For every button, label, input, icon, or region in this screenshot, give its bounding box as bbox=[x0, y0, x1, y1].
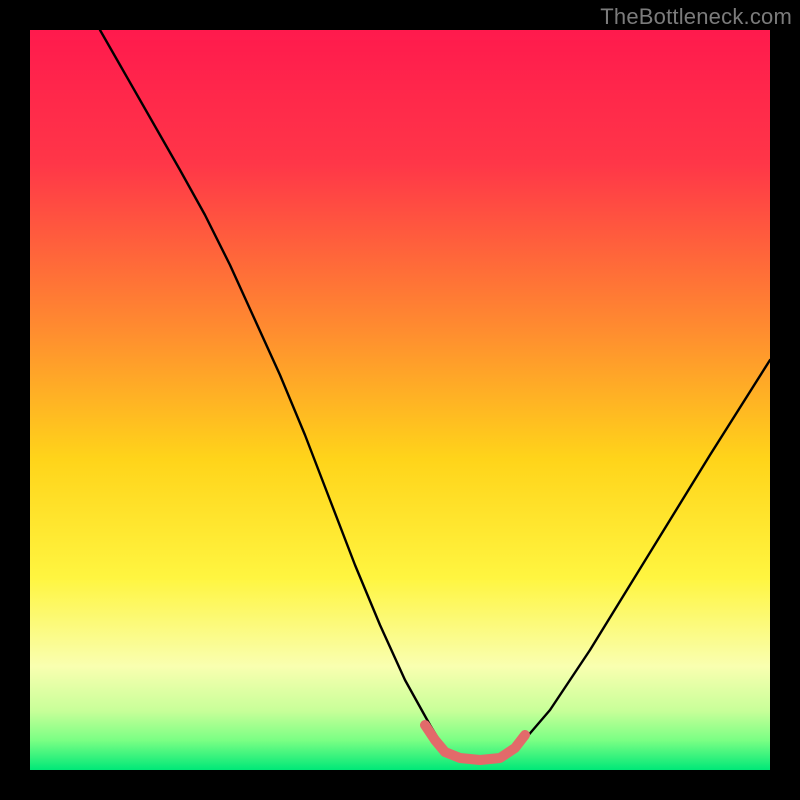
bottleneck-curve bbox=[100, 30, 770, 760]
plot-area bbox=[30, 30, 770, 770]
curve-layer bbox=[30, 30, 770, 770]
chart-frame: TheBottleneck.com bbox=[0, 0, 800, 800]
watermark-text: TheBottleneck.com bbox=[600, 4, 792, 30]
optimal-region-highlight bbox=[425, 725, 525, 760]
